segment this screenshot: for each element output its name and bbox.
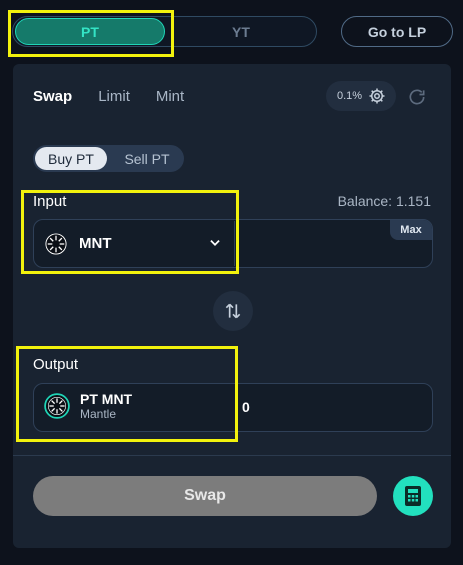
tab-pt[interactable]: PT <box>15 18 165 45</box>
tab-limit[interactable]: Limit <box>98 88 130 105</box>
tab-swap[interactable]: Swap <box>33 88 72 105</box>
slippage-settings-button[interactable]: 0.1% <box>326 81 396 111</box>
slippage-value: 0.1% <box>337 90 363 102</box>
input-label: Input <box>33 193 67 210</box>
calculator-icon <box>405 486 421 506</box>
sell-pt-button[interactable]: Sell PT <box>112 147 182 170</box>
chevron-down-icon <box>210 240 220 246</box>
refresh-icon[interactable] <box>407 87 427 107</box>
divider <box>13 455 451 456</box>
mode-tabs: Swap Limit Mint <box>33 88 184 105</box>
swap-direction-button[interactable] <box>213 291 253 331</box>
pt-mnt-token-icon <box>44 393 70 419</box>
gear-icon <box>369 88 385 104</box>
max-button[interactable]: Max <box>390 220 432 240</box>
buy-pt-button[interactable]: Buy PT <box>35 147 107 170</box>
swap-button[interactable]: Swap <box>33 476 377 516</box>
output-token-name: PT MNT <box>80 391 133 407</box>
tab-mint[interactable]: Mint <box>156 88 184 105</box>
pt-yt-toggle: PT YT <box>12 16 317 47</box>
input-amount-field[interactable]: MNT Max <box>33 219 433 268</box>
balance-text: Balance: 1.151 <box>337 193 431 209</box>
calculator-button[interactable] <box>393 476 433 516</box>
output-token-chain: Mantle <box>80 407 117 421</box>
output-label: Output <box>33 356 79 373</box>
output-amount-field: PT MNT Mantle 0 <box>33 383 433 432</box>
buy-sell-toggle: Buy PT Sell PT <box>33 145 184 172</box>
mantle-token-icon <box>45 232 67 255</box>
swap-widget: PT YT Go to LP Swap Limit Mint 0.1% Buy … <box>0 0 463 565</box>
tab-yt[interactable]: YT <box>166 18 316 45</box>
go-to-lp-button[interactable]: Go to LP <box>341 16 453 47</box>
output-token: PT MNT Mantle <box>44 391 132 421</box>
input-token-name: MNT <box>79 235 112 252</box>
output-amount-value: 0 <box>242 399 250 415</box>
input-token-select[interactable]: MNT <box>35 221 235 266</box>
swap-arrows-icon <box>225 303 241 319</box>
